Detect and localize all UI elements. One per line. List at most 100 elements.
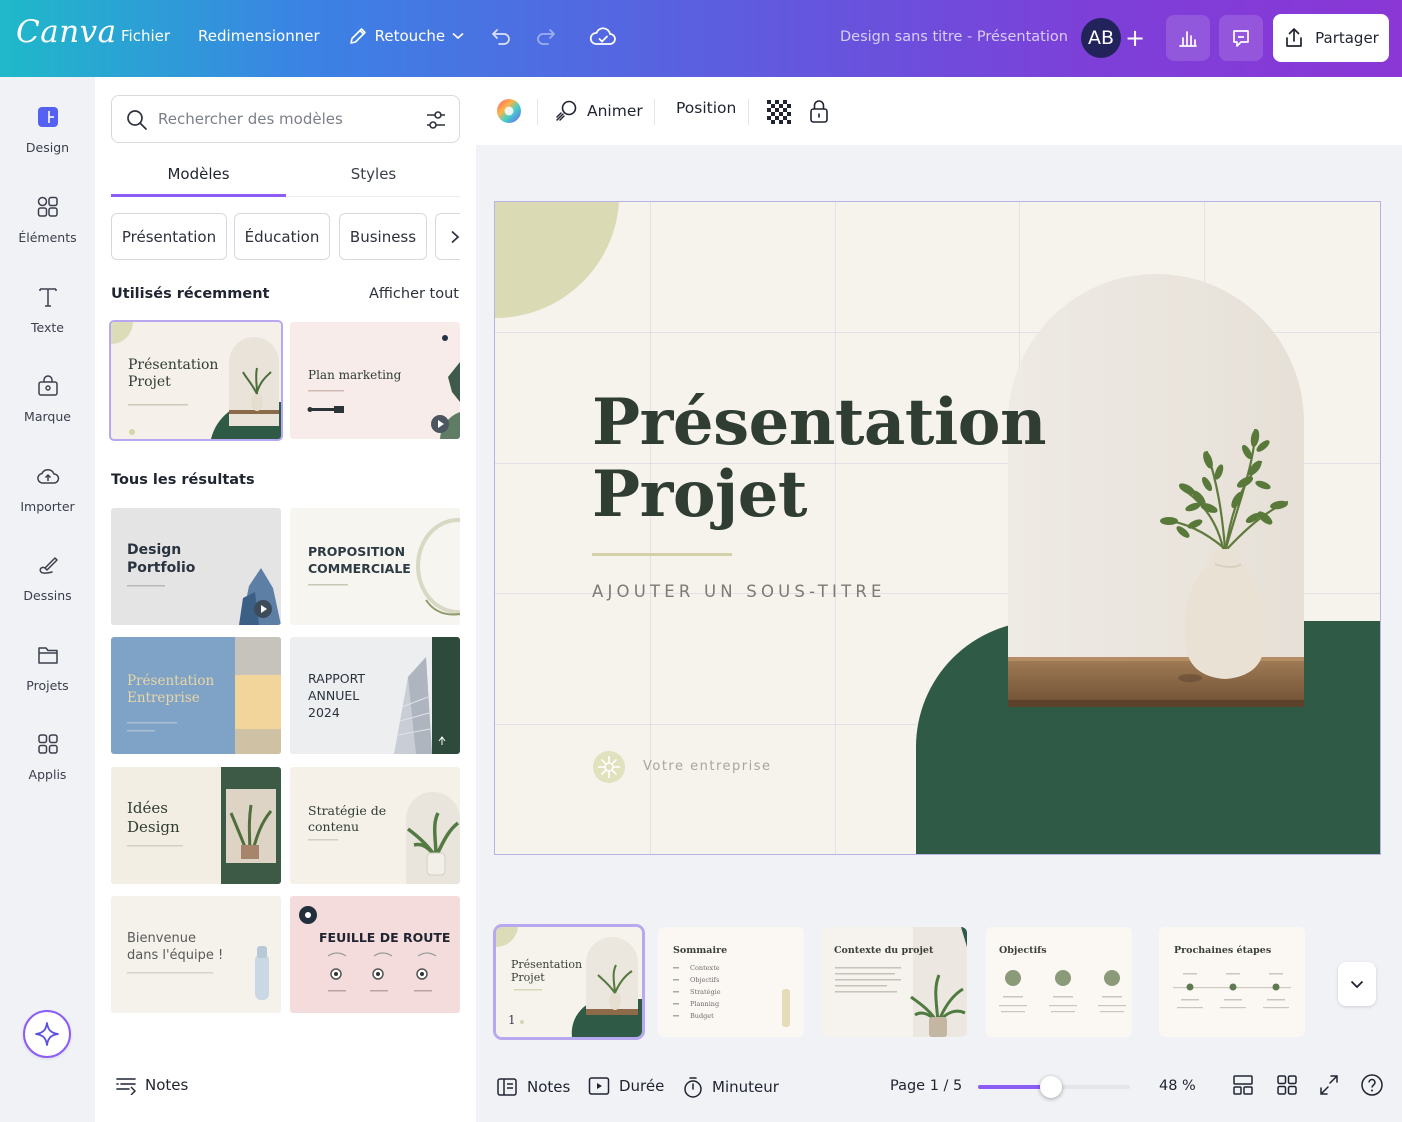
duration-label: Durée xyxy=(619,1077,665,1095)
file-menu[interactable]: Fichier xyxy=(121,27,170,45)
page-indicator[interactable]: Page 1 / 5 xyxy=(890,1078,962,1094)
slide-thumbnail-title: Présentation xyxy=(511,958,583,971)
tab-templates[interactable]: Modèles xyxy=(111,161,286,197)
redo-icon[interactable] xyxy=(534,24,558,48)
company-name[interactable]: Votre entreprise xyxy=(643,759,772,774)
duration-button[interactable]: Durée xyxy=(588,1076,664,1096)
share-label: Partager xyxy=(1315,29,1379,47)
rail-label: Importer xyxy=(20,499,75,514)
slide-thumbnail-2[interactable]: Sommaire Contexte Objectifs Stratégie Pl… xyxy=(658,927,804,1037)
zoom-slider[interactable] xyxy=(978,1076,1130,1098)
magic-assistant-button[interactable] xyxy=(23,1010,71,1058)
panel-tabs: Modèles Styles xyxy=(111,161,460,197)
page-view-button[interactable] xyxy=(1232,1073,1254,1097)
notes-button[interactable]: Notes xyxy=(496,1076,570,1098)
rail-item-upload[interactable]: Importer xyxy=(0,464,95,515)
template-title: dans l'équipe ! xyxy=(127,948,224,963)
canva-logo[interactable]: Canva xyxy=(16,14,117,50)
chevron-down-icon xyxy=(1350,980,1364,988)
help-button[interactable] xyxy=(1360,1073,1384,1097)
left-rail: Design Éléments Texte Marque Importer De… xyxy=(0,77,95,1122)
template-feuille-de-route[interactable]: FEUILLE DE ROUTE xyxy=(290,896,460,1013)
page-view-icon xyxy=(1233,1075,1253,1095)
document-title[interactable]: Design sans titre - Présentation xyxy=(840,29,1068,45)
slide-thumbnail-3[interactable]: Contexte du projet xyxy=(821,927,967,1037)
animate-label: Animer xyxy=(587,102,643,120)
template-title: Présentation xyxy=(127,673,215,689)
grid-view-button[interactable] xyxy=(1276,1073,1298,1097)
template-proposition-commerciale[interactable]: PROPOSITION COMMERCIALE xyxy=(290,508,460,625)
recent-template-plan-marketing[interactable]: Plan marketing xyxy=(290,322,460,439)
template-title: PROPOSITION xyxy=(308,544,406,559)
color-picker-button[interactable] xyxy=(496,98,531,124)
slide-title[interactable]: Présentation Projet xyxy=(592,387,1046,531)
fullscreen-button[interactable] xyxy=(1318,1073,1340,1097)
recent-template-presentation-projet[interactable]: Présentation Projet xyxy=(109,320,283,441)
filmstrip-expand-button[interactable] xyxy=(1338,962,1376,1006)
slide-thumbnail-art xyxy=(673,967,790,1027)
retouche-menu[interactable]: Retouche xyxy=(348,26,465,46)
timer-button[interactable]: Minuteur xyxy=(683,1076,779,1098)
template-title: COMMERCIALE xyxy=(308,561,411,576)
slide-canvas[interactable]: Présentation Projet AJOUTER UN SOUS-TITR… xyxy=(494,201,1381,855)
company-logo-icon[interactable] xyxy=(592,750,626,784)
slide-thumbnail-title: Objectifs xyxy=(999,945,1047,956)
chip-presentation[interactable]: Présentation xyxy=(111,213,227,260)
bar-chart-icon xyxy=(1179,31,1197,47)
rail-item-projects[interactable]: Projets xyxy=(0,643,95,694)
rail-item-elements[interactable]: Éléments xyxy=(0,195,95,246)
filter-icon[interactable] xyxy=(425,108,447,132)
slide-thumbnail-title: Projet xyxy=(511,971,545,984)
template-title: Présentation xyxy=(128,357,219,373)
avatar[interactable]: AB xyxy=(1081,18,1121,58)
undo-icon[interactable] xyxy=(489,24,513,48)
resize-menu[interactable]: Redimensionner xyxy=(198,27,320,45)
rail-item-apps[interactable]: Applis xyxy=(0,732,95,783)
template-idees-design[interactable]: Idées Design xyxy=(111,767,281,884)
zoom-slider-handle[interactable] xyxy=(1040,1076,1062,1098)
brand-icon xyxy=(37,375,58,396)
slide-number: 1 xyxy=(508,1013,516,1027)
comments-button[interactable] xyxy=(1219,15,1263,61)
rail-item-text[interactable]: Texte xyxy=(0,285,95,336)
template-title: Plan marketing xyxy=(308,368,402,382)
duration-icon xyxy=(588,1077,610,1095)
chip-education[interactable]: Éducation xyxy=(234,213,330,260)
insights-button[interactable] xyxy=(1166,15,1210,61)
animate-button[interactable]: Animer xyxy=(554,99,643,123)
template-strategie-contenu[interactable]: Stratégie de contenu xyxy=(290,767,460,884)
template-rapport-annuel[interactable]: RAPPORT ANNUEL 2024 xyxy=(290,637,460,754)
template-bienvenue[interactable]: Bienvenue dans l'équipe ! xyxy=(111,896,281,1013)
position-button[interactable]: Position xyxy=(676,99,736,117)
transparency-icon xyxy=(767,100,791,124)
template-design-portfolio[interactable]: Design Portfolio xyxy=(111,508,281,625)
tab-styles[interactable]: Styles xyxy=(286,161,461,197)
chip-business[interactable]: Business xyxy=(339,213,427,260)
rail-label: Marque xyxy=(24,409,71,424)
chips-next-button[interactable] xyxy=(435,213,460,260)
cloud-save-icon[interactable] xyxy=(589,25,617,49)
rail-label: Applis xyxy=(28,767,67,782)
comment-icon xyxy=(1233,30,1249,47)
slide-thumbnail-4[interactable]: Objectifs xyxy=(986,927,1132,1037)
template-title: Entreprise xyxy=(127,690,200,706)
top-bar: Canva Fichier Redimensionner Retouche De… xyxy=(0,0,1402,77)
rail-item-draw[interactable]: Dessins xyxy=(0,553,95,604)
transparency-button[interactable] xyxy=(767,100,800,124)
see-all-link[interactable]: Afficher tout xyxy=(369,286,459,302)
panel-notes-button[interactable]: Notes xyxy=(115,1075,188,1095)
toolbar-divider xyxy=(748,99,749,125)
slide-thumbnail-1[interactable]: Présentation Projet 1 xyxy=(493,924,645,1040)
share-icon xyxy=(1286,28,1302,47)
add-collaborator-button[interactable]: + xyxy=(1120,17,1150,59)
zoom-level[interactable]: 48 % xyxy=(1159,1078,1196,1094)
share-button[interactable]: Partager xyxy=(1273,14,1389,62)
lock-button[interactable] xyxy=(808,98,839,124)
rail-item-design[interactable]: Design xyxy=(0,105,95,156)
template-presentation-entreprise[interactable]: Présentation Entreprise xyxy=(111,637,281,754)
chevron-down-icon xyxy=(452,32,464,40)
slide-thumbnail-5[interactable]: Prochaines étapes xyxy=(1159,927,1305,1037)
template-search-field[interactable]: Rechercher des modèles xyxy=(111,95,460,143)
slide-subtitle[interactable]: AJOUTER UN SOUS-TITRE xyxy=(592,582,886,601)
rail-item-brand[interactable]: Marque xyxy=(0,374,95,425)
